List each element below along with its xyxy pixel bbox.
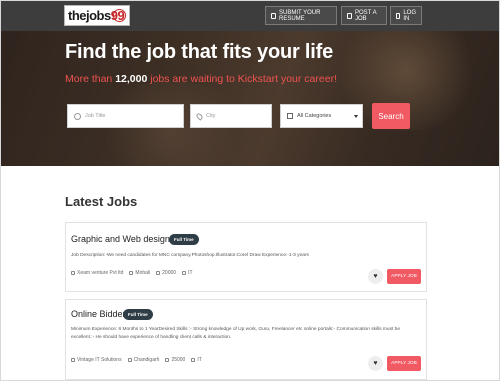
submit-resume-button[interactable]: SUBMIT YOUR RESUME bbox=[265, 6, 337, 25]
location-pin-icon bbox=[129, 271, 134, 275]
logo-search-icon bbox=[113, 9, 126, 22]
money-icon bbox=[165, 358, 170, 362]
tag-icon bbox=[191, 358, 196, 362]
latest-jobs-heading: Latest Jobs bbox=[65, 194, 138, 209]
job-type-badge: Full Time bbox=[123, 309, 153, 320]
company: Xeam venture Pvt ltd bbox=[71, 270, 123, 276]
building-icon bbox=[71, 271, 75, 275]
company: Vintage IT Solutions bbox=[71, 357, 122, 363]
job-title-link[interactable]: Online Bidder bbox=[71, 309, 126, 319]
category-icon bbox=[287, 113, 293, 119]
hero-title: Find the job that fits your life bbox=[65, 41, 334, 63]
job-meta: Xeam venture Pvt ltd Mohali 20000 IT bbox=[71, 270, 193, 276]
location-pin-icon bbox=[195, 111, 204, 121]
apply-job-button[interactable]: APPLY JOB bbox=[387, 269, 421, 284]
location-pin-icon bbox=[127, 358, 132, 362]
job-description: Job Description:-We need candidates for … bbox=[71, 253, 309, 258]
login-button[interactable]: LOG IN bbox=[390, 6, 422, 25]
favorite-button[interactable]: ♥ bbox=[368, 269, 383, 284]
post-job-button[interactable]: POST A JOB bbox=[341, 6, 387, 25]
job-title-link[interactable]: Graphic and Web designer bbox=[71, 234, 178, 244]
heart-icon: ♥ bbox=[373, 360, 378, 367]
top-navbar: thejobs99 SUBMIT YOUR RESUME POST A JOB … bbox=[1, 1, 499, 31]
building-icon bbox=[71, 358, 75, 362]
job-card: Online Bidder Full Time Minimum Experien… bbox=[65, 299, 427, 380]
login-icon bbox=[396, 12, 401, 19]
page: thejobs99 SUBMIT YOUR RESUME POST A JOB … bbox=[0, 0, 500, 381]
site-logo[interactable]: thejobs99 bbox=[64, 5, 130, 26]
heart-icon: ♥ bbox=[373, 273, 378, 280]
category-select[interactable]: All Categories bbox=[280, 104, 363, 128]
job-type-badge: Full Time bbox=[169, 234, 199, 245]
salary: 20000 bbox=[156, 270, 176, 276]
category: IT bbox=[191, 357, 202, 363]
location: Chandigarh bbox=[127, 357, 159, 363]
favorite-button[interactable]: ♥ bbox=[368, 356, 383, 371]
job-title-input[interactable]: Job Title bbox=[67, 104, 184, 128]
location: Mohali bbox=[129, 270, 150, 276]
hero-banner: Find the job that fits your life More th… bbox=[1, 31, 499, 166]
briefcase-icon bbox=[347, 12, 352, 19]
tag-icon bbox=[182, 271, 187, 275]
hero-subtitle: More than 12,000 jobs are waiting to Kic… bbox=[65, 73, 337, 85]
search-button[interactable]: Search bbox=[372, 103, 410, 129]
money-icon bbox=[156, 271, 161, 275]
clock-icon bbox=[74, 112, 81, 120]
apply-job-button[interactable]: APPLY JOB bbox=[387, 356, 421, 371]
category: IT bbox=[182, 270, 193, 276]
city-input[interactable]: City bbox=[190, 104, 272, 128]
job-card: Graphic and Web designer Full Time Job D… bbox=[65, 222, 427, 292]
job-meta: Vintage IT Solutions Chandigarh 25000 IT bbox=[71, 357, 202, 363]
salary: 25000 bbox=[165, 357, 185, 363]
job-description: Minimum Experience: 6 Months to 1 YearDe… bbox=[71, 327, 400, 340]
chevron-down-icon bbox=[354, 115, 358, 118]
upload-icon bbox=[271, 12, 277, 19]
